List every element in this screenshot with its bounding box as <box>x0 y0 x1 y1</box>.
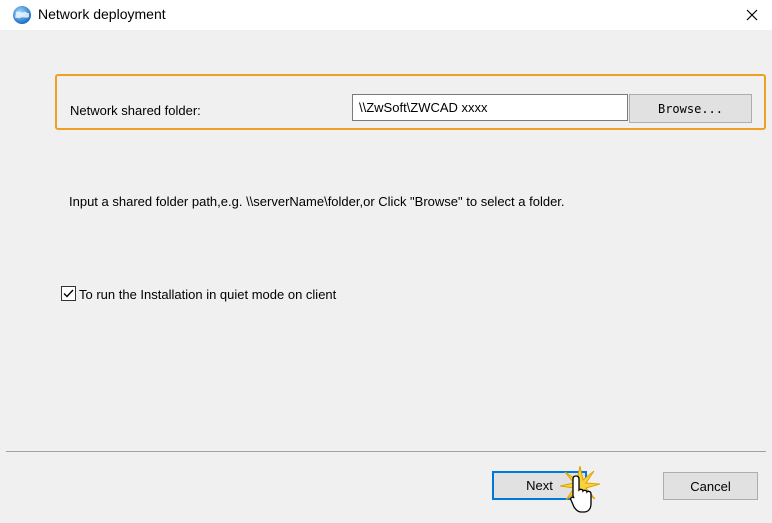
quiet-mode-checkbox[interactable] <box>61 286 76 301</box>
quiet-mode-label[interactable]: To run the Installation in quiet mode on… <box>79 287 336 302</box>
checkmark-icon <box>63 289 74 298</box>
title-bar: Network deployment <box>0 0 772 30</box>
folder-hint: Input a shared folder path,e.g. \\server… <box>69 194 565 209</box>
window-title: Network deployment <box>38 6 166 22</box>
close-icon <box>746 9 758 21</box>
browse-button[interactable]: Browse... <box>629 94 752 123</box>
footer-divider <box>6 451 766 452</box>
folder-label: Network shared folder: <box>70 103 201 118</box>
close-button[interactable] <box>732 0 772 30</box>
cancel-button[interactable]: Cancel <box>663 472 758 500</box>
mouse-cursor-icon <box>570 475 592 513</box>
globe-icon <box>12 5 32 25</box>
folder-path-input[interactable] <box>352 94 628 121</box>
